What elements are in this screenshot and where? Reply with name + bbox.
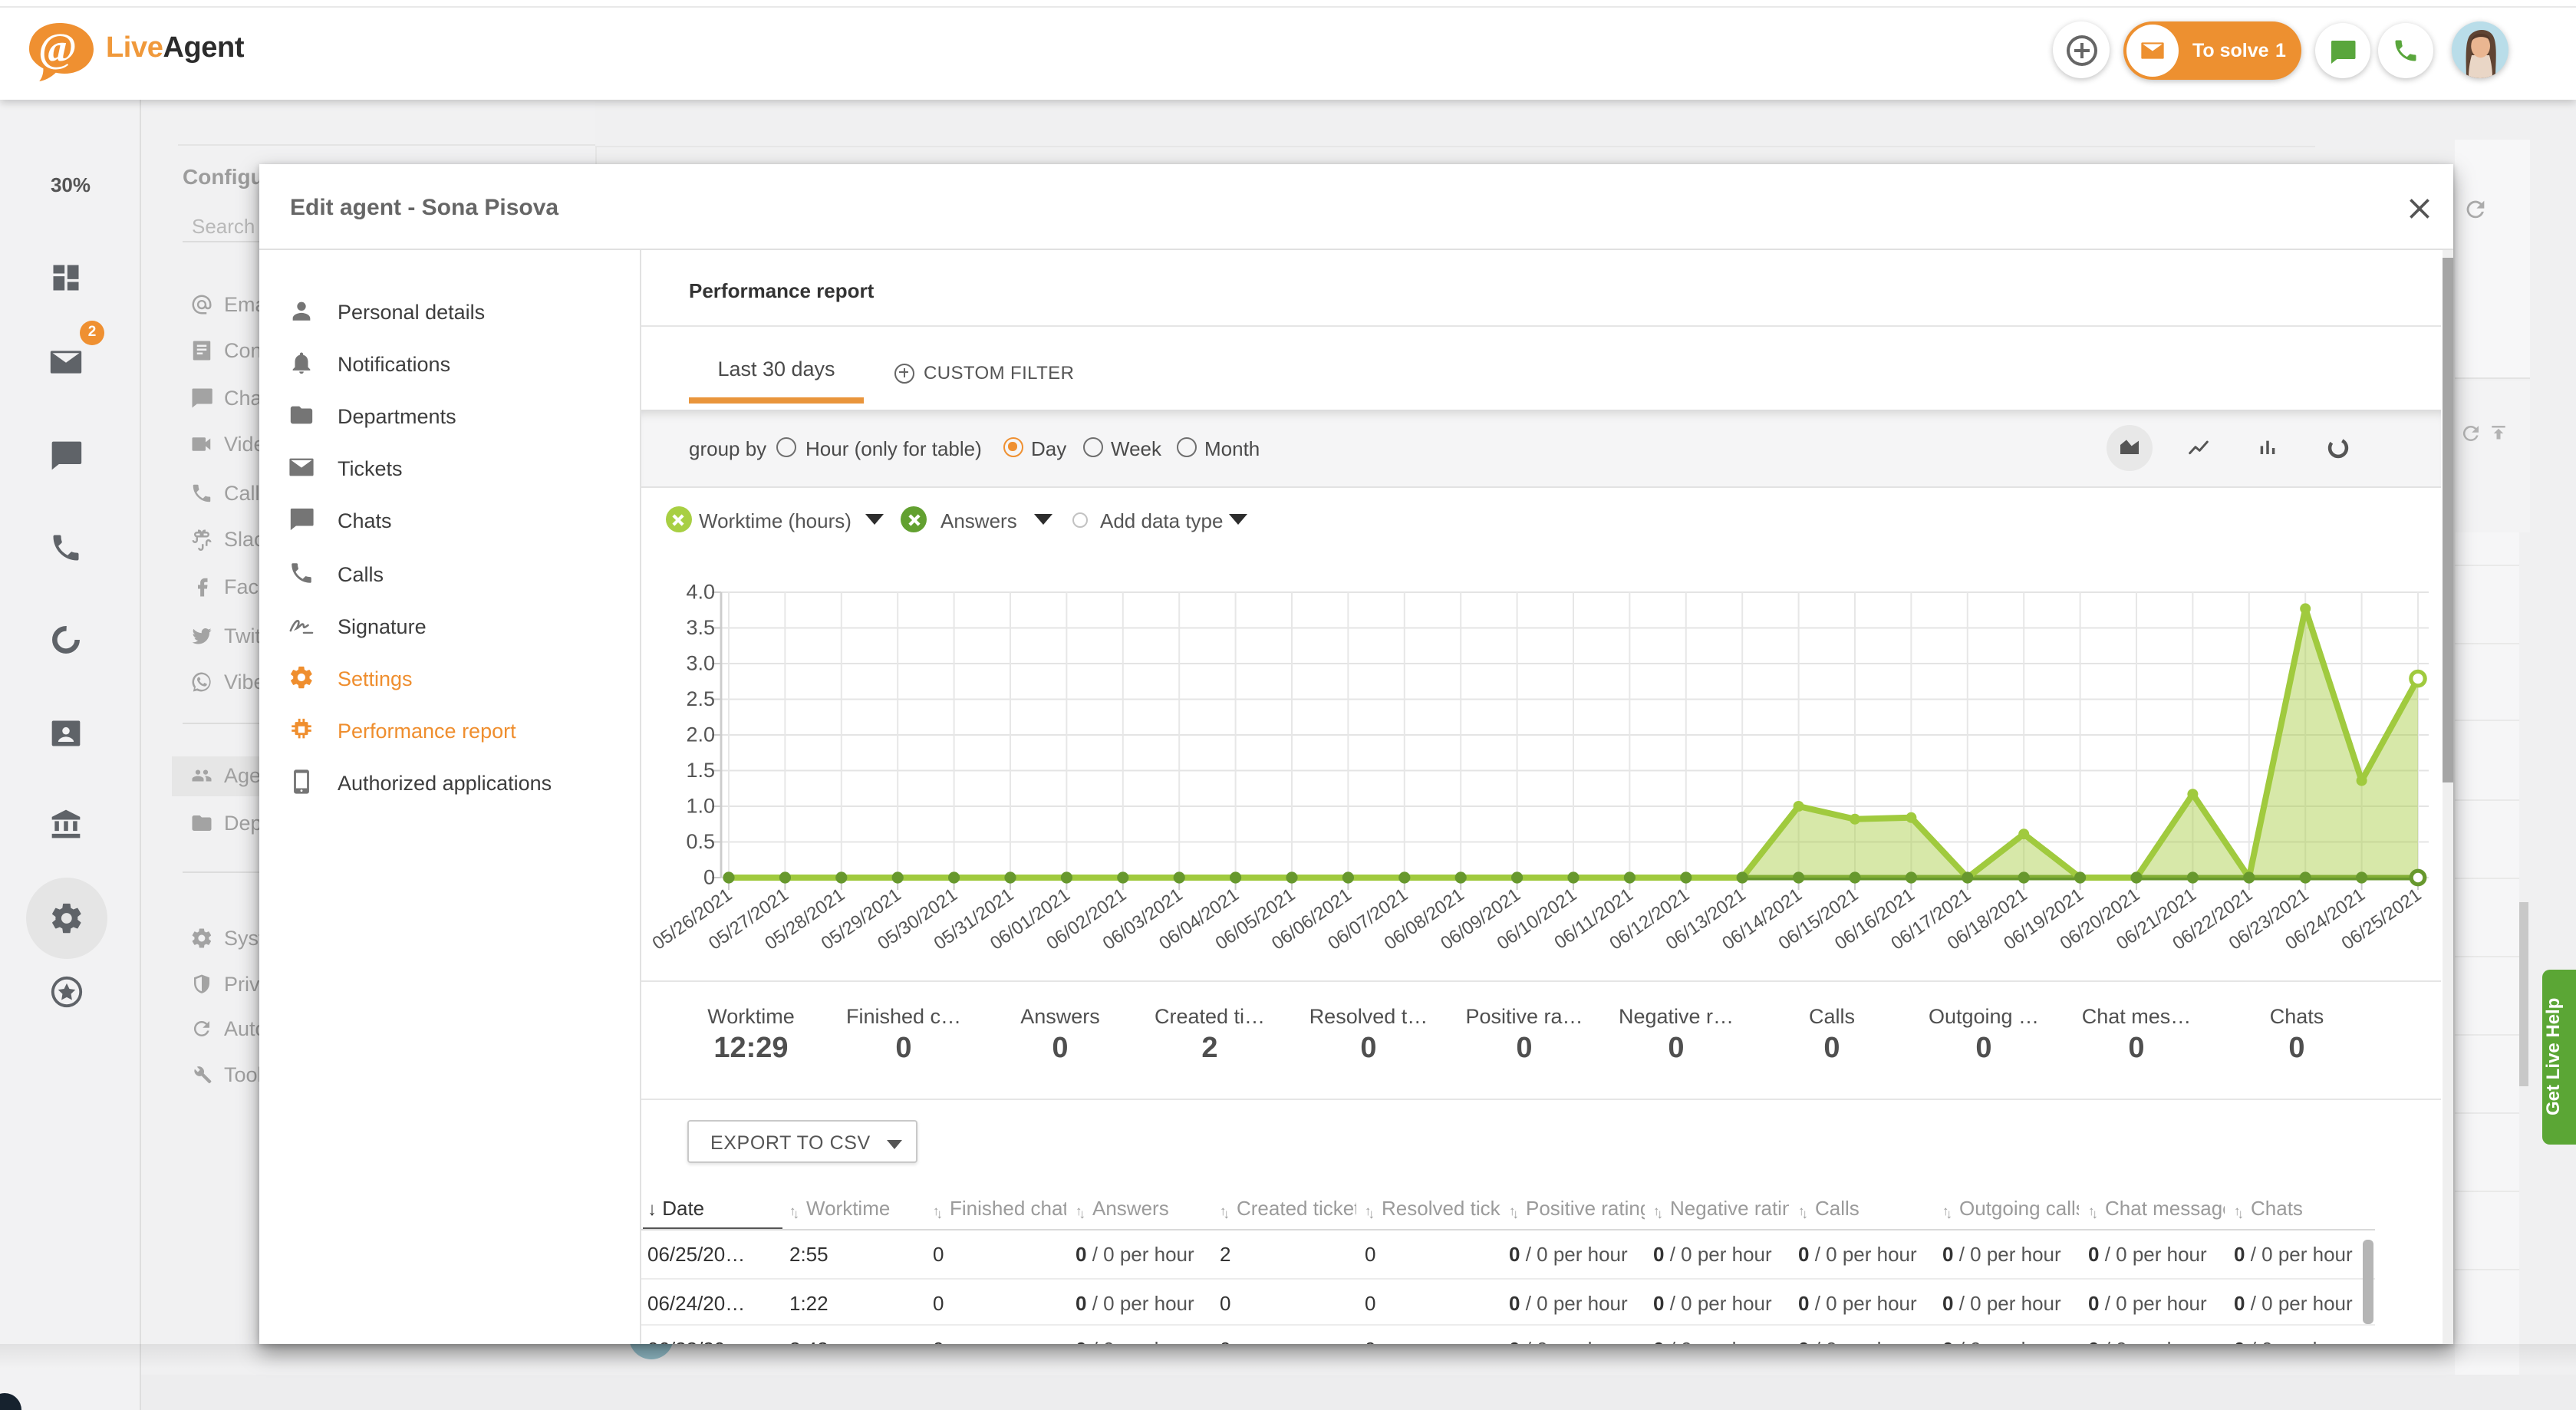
- svg-text:1.5: 1.5: [686, 759, 715, 782]
- svg-text:2.0: 2.0: [686, 723, 715, 746]
- svg-text:3.5: 3.5: [686, 616, 715, 639]
- svg-text:4.0: 4.0: [686, 580, 715, 603]
- svg-text:3.0: 3.0: [686, 651, 715, 674]
- svg-text:0.5: 0.5: [686, 830, 715, 853]
- svg-text:2.5: 2.5: [686, 687, 715, 710]
- svg-text:0: 0: [703, 865, 715, 888]
- svg-text:@: @: [38, 25, 77, 71]
- svg-text:1.0: 1.0: [686, 794, 715, 817]
